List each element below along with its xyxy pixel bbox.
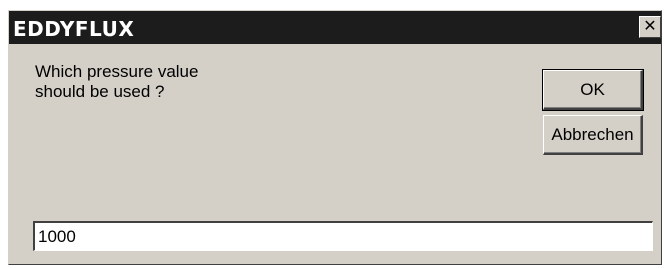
ok-button-label: OK [580, 79, 605, 99]
prompt-text: Which pressure value should be used ? [35, 62, 199, 101]
close-button[interactable]: ✕ [639, 16, 661, 38]
input-dialog-window: EDDYFLUX ✕ Which pressure value should b… [8, 10, 662, 265]
window-title: EDDYFLUX [13, 17, 135, 41]
cancel-button-label: Abbrechen [551, 124, 634, 144]
ok-button[interactable]: OK [542, 69, 644, 111]
cancel-button[interactable]: Abbrechen [543, 115, 643, 155]
title-bar[interactable]: EDDYFLUX ✕ [9, 11, 661, 44]
close-icon: ✕ [643, 18, 657, 35]
pressure-value-input[interactable] [33, 221, 653, 251]
